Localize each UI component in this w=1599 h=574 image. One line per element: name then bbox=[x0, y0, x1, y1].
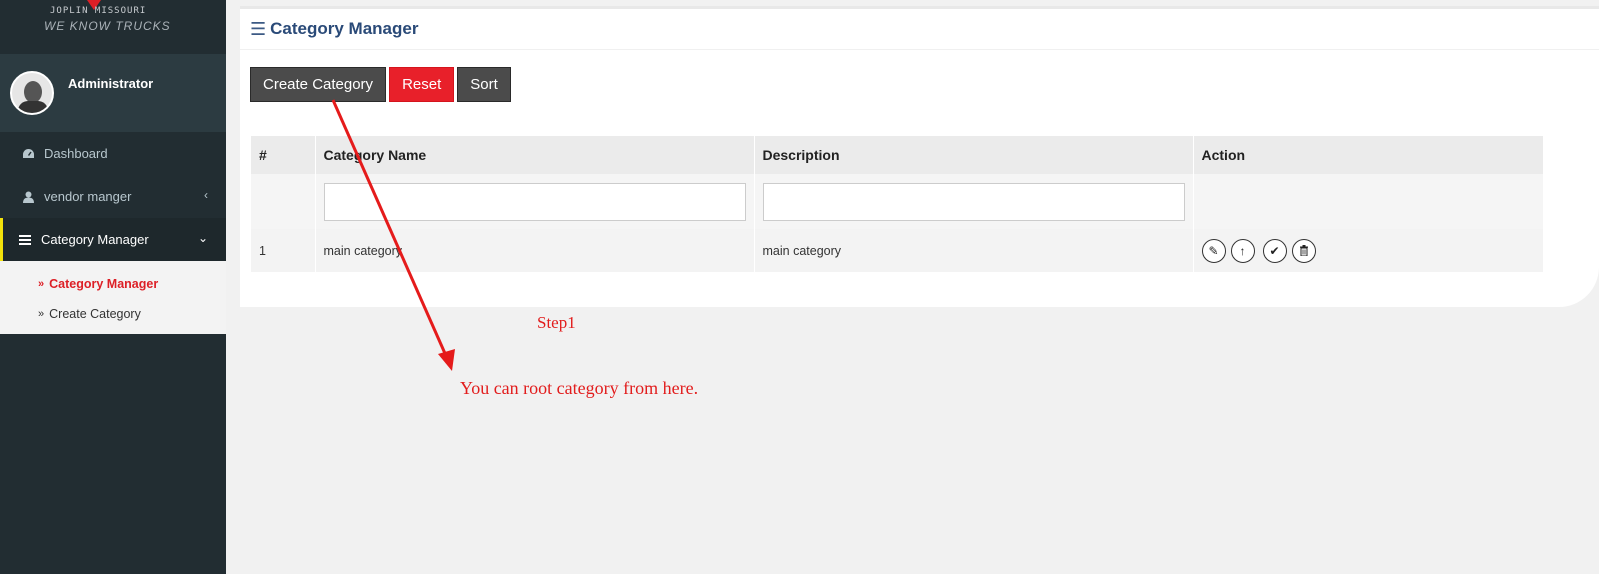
edit-pencil-icon[interactable]: ✎ bbox=[1201, 238, 1226, 263]
row-category-name: main category bbox=[315, 229, 755, 272]
logo-line2: WE KNOW TRUCKS bbox=[44, 19, 171, 33]
row-description: main category bbox=[754, 229, 1194, 272]
page-title: Category Manager bbox=[270, 19, 419, 38]
category-manager-panel: ☰ Category Manager Create Category Reset… bbox=[240, 6, 1599, 307]
column-header-category-name[interactable]: Category Name bbox=[315, 136, 755, 174]
submenu-item-label: Category Manager bbox=[49, 277, 159, 291]
panel-header: ☰ Category Manager bbox=[240, 9, 1599, 50]
checkmark-icon[interactable]: ✔ bbox=[1262, 238, 1287, 263]
annotation-note: You can root category from here. bbox=[460, 378, 699, 398]
sidebar-item-dashboard[interactable]: Dashboard bbox=[0, 132, 226, 175]
category-table: # Category Name Description Action 1 mai… bbox=[251, 136, 1544, 272]
chevron-left-icon: ‹ bbox=[204, 188, 208, 202]
category-name-filter-input[interactable] bbox=[323, 182, 746, 221]
sidebar-menu: Dashboard vendor manger ‹ Category Manag… bbox=[0, 132, 226, 261]
bars-icon bbox=[18, 233, 32, 247]
sidebar-item-category-manager[interactable]: Category Manager ⌄ bbox=[0, 218, 226, 261]
column-header-description[interactable]: Description bbox=[754, 136, 1194, 174]
move-up-icon[interactable]: ↑ bbox=[1230, 238, 1255, 263]
table-header-row: # Category Name Description Action bbox=[251, 136, 1544, 174]
user-panel: Administrator bbox=[0, 54, 226, 132]
submenu-item-category-manager[interactable]: » Category Manager bbox=[0, 269, 226, 299]
reset-button[interactable]: Reset bbox=[389, 67, 455, 102]
annotation-step-label: Step1 bbox=[537, 313, 576, 332]
sidebar-item-vendor-manager[interactable]: vendor manger ‹ bbox=[0, 175, 226, 218]
double-chevron-right-icon: » bbox=[38, 308, 45, 320]
category-submenu: » Category Manager » Create Category bbox=[0, 261, 226, 334]
double-chevron-right-icon: » bbox=[38, 278, 45, 290]
filter-row bbox=[251, 174, 1544, 229]
row-number: 1 bbox=[251, 229, 316, 272]
logo[interactable]: JOPLIN MISSOURI WE KNOW TRUCKS bbox=[0, 0, 226, 54]
sort-button[interactable]: Sort bbox=[457, 67, 511, 102]
bars-icon: ☰ bbox=[250, 18, 267, 39]
sidebar-item-label: Dashboard bbox=[44, 146, 108, 161]
dashboard-icon bbox=[21, 147, 35, 161]
column-header-number[interactable]: # bbox=[251, 136, 316, 174]
column-header-action: Action bbox=[1193, 136, 1544, 174]
sidebar-item-label: Category Manager bbox=[41, 232, 149, 247]
submenu-item-label: Create Category bbox=[49, 307, 141, 321]
user-icon bbox=[21, 190, 35, 204]
chevron-down-icon: ⌄ bbox=[197, 231, 208, 245]
trash-icon[interactable] bbox=[1291, 238, 1316, 263]
logo-line1: JOPLIN MISSOURI bbox=[50, 6, 147, 16]
sidebar-item-label: vendor manger bbox=[44, 189, 132, 204]
row-actions: ✎ ↑ ✔ bbox=[1201, 238, 1544, 263]
avatar bbox=[10, 71, 54, 115]
create-category-button[interactable]: Create Category bbox=[250, 67, 387, 102]
toolbar: Create Category Reset Sort bbox=[250, 67, 511, 102]
submenu-item-create-category[interactable]: » Create Category bbox=[0, 299, 226, 329]
user-name: Administrator bbox=[68, 76, 154, 91]
description-filter-input[interactable] bbox=[762, 182, 1185, 221]
table-row: 1 main category main category ✎ ↑ ✔ bbox=[251, 229, 1544, 272]
sidebar: JOPLIN MISSOURI WE KNOW TRUCKS Administr… bbox=[0, 0, 226, 574]
